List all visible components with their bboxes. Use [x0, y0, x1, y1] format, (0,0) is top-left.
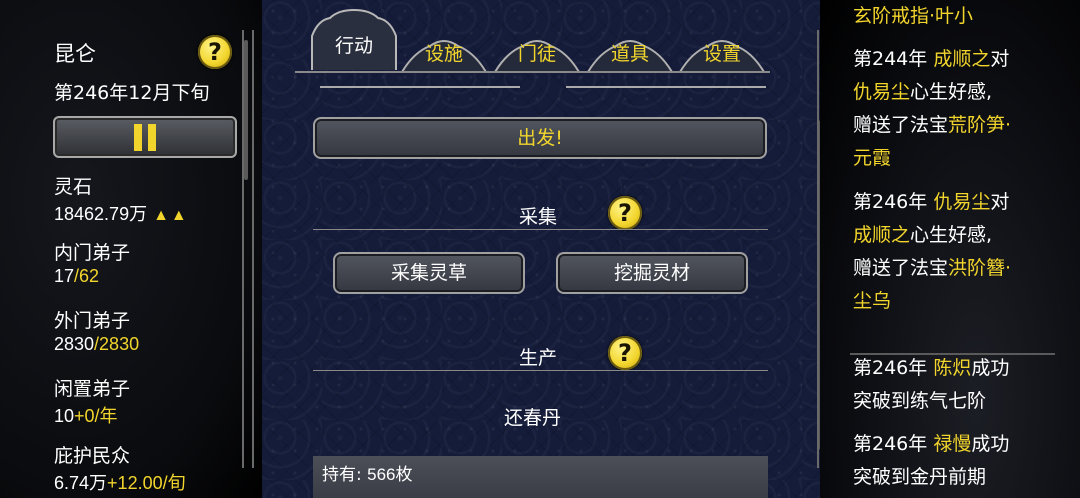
tab-action[interactable]: 行动 [308, 8, 400, 72]
idle-disciples-label: 闲置弟子 [54, 378, 131, 400]
tab-items[interactable]: 道具 [586, 30, 674, 72]
tab-facilities[interactable]: 设施 [400, 30, 488, 72]
produce-divider [313, 370, 768, 371]
gather-divider [313, 229, 768, 230]
increase-arrows-icon: ▲▲ [153, 207, 189, 224]
protected-people-value: 6.74万+12.00/旬 [54, 473, 186, 493]
tab-disciples[interactable]: 门徒 [493, 30, 581, 72]
log-entry: 第246年 仇易尘对 成顺之心生好感, 赠送了法宝洪阶簪· 尘乌 [853, 191, 1012, 312]
help-icon[interactable]: ? [198, 35, 232, 69]
sub-divider-right [566, 86, 766, 88]
idle-disciples-value: 10+0/年 [54, 406, 118, 426]
inner-disciples-label: 内门弟子 [54, 242, 131, 264]
game-date: 第246年12月下旬 [54, 82, 210, 104]
holding-count-bar: 持有: 566枚 [313, 456, 768, 498]
holding-label: 持有: [322, 465, 362, 485]
gather-help-icon[interactable]: ? [608, 196, 642, 230]
mine-materials-button[interactable]: 挖掘灵材 [556, 252, 748, 294]
pause-icon-bar [148, 124, 156, 151]
inner-disciples-value: 17/62 [54, 266, 100, 286]
protected-people-label: 庇护民众 [54, 445, 131, 467]
spirit-stone-value: 18462.79万 ▲▲ [54, 204, 189, 224]
spirit-stone-label: 灵石 [54, 176, 93, 198]
log-entry: 第246年 陈炽成功 突破到练气七阶 [853, 357, 1010, 412]
pause-button[interactable] [53, 116, 237, 158]
sect-name: 昆仑 [54, 42, 96, 66]
log-entry-partial: 玄阶戒指·叶小 [853, 5, 974, 27]
tab-settings[interactable]: 设置 [678, 30, 766, 72]
tab-bar-line [295, 71, 770, 73]
produce-help-icon[interactable]: ? [608, 336, 642, 370]
left-scroll-thumb[interactable] [244, 40, 248, 180]
holding-value: 566枚 [367, 465, 413, 484]
depart-button[interactable]: 出发! [313, 117, 767, 159]
gather-section-title: 采集 [519, 206, 558, 228]
outer-disciples-value: 2830/2830 [54, 334, 140, 354]
pause-icon [134, 124, 142, 151]
log-entry: 第246年 禄慢成功 突破到金丹前期 [853, 433, 1010, 488]
sect-status-panel: 昆仑 ? 第246年12月下旬 灵石 18462.79万 ▲▲ 内门弟子 17/6… [0, 0, 262, 498]
gather-herbs-button[interactable]: 采集灵草 [333, 252, 525, 294]
produce-item-name[interactable]: 还春丹 [504, 403, 561, 430]
log-entry: 第244年 成顺之对 仇易尘心生好感, 赠送了法宝荒阶笋· 元霞 [853, 48, 1012, 169]
outer-disciples-label: 外门弟子 [54, 310, 131, 332]
sub-divider-left [320, 86, 520, 88]
produce-section-title: 生产 [519, 347, 558, 369]
